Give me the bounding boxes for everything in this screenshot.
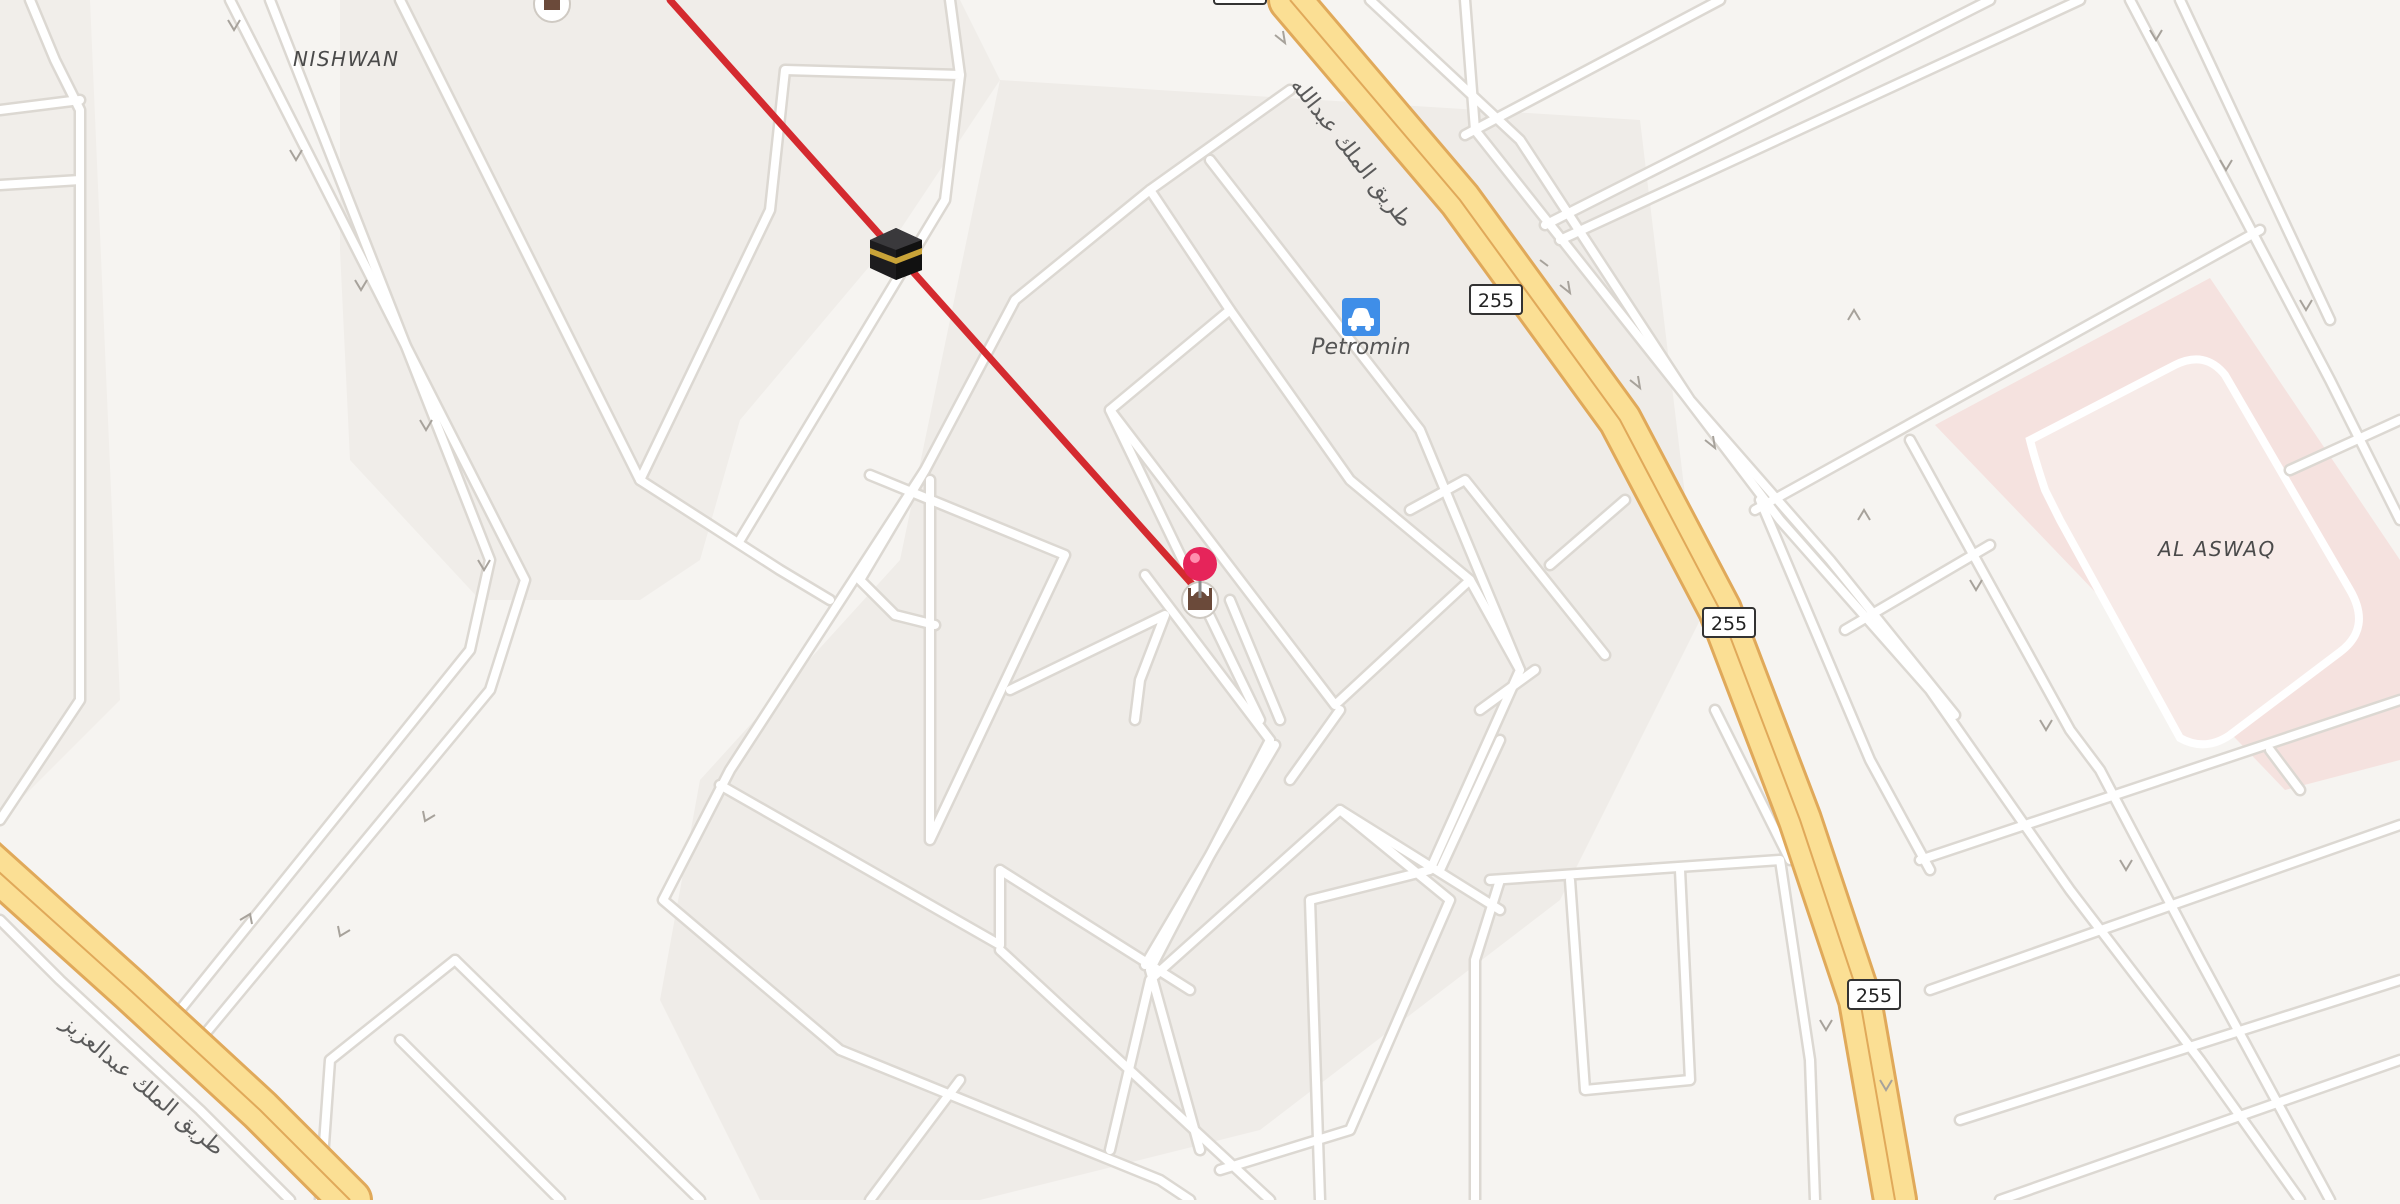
route-shield-1: 255 — [1469, 284, 1523, 315]
area-label-al-aswaq: AL ASWAQ — [2156, 537, 2276, 561]
svg-text:255: 255 — [1478, 290, 1514, 312]
route-shield-3: 255 — [1847, 979, 1901, 1010]
area-label-nishwan: NISHWAN — [293, 47, 400, 71]
route-shield-partial — [1213, 0, 1267, 5]
map-canvas[interactable]: NISHWAN AL ASWAQ طريق الملك عبدالله طريق… — [0, 0, 2400, 1204]
map-svg[interactable]: NISHWAN AL ASWAQ طريق الملك عبدالله طريق… — [0, 0, 2400, 1204]
route-shield-2: 255 — [1702, 607, 1756, 638]
svg-text:255: 255 — [1856, 985, 1892, 1007]
poi-label-petromin: Petromin — [1311, 335, 1410, 360]
svg-text:255: 255 — [1711, 613, 1747, 635]
